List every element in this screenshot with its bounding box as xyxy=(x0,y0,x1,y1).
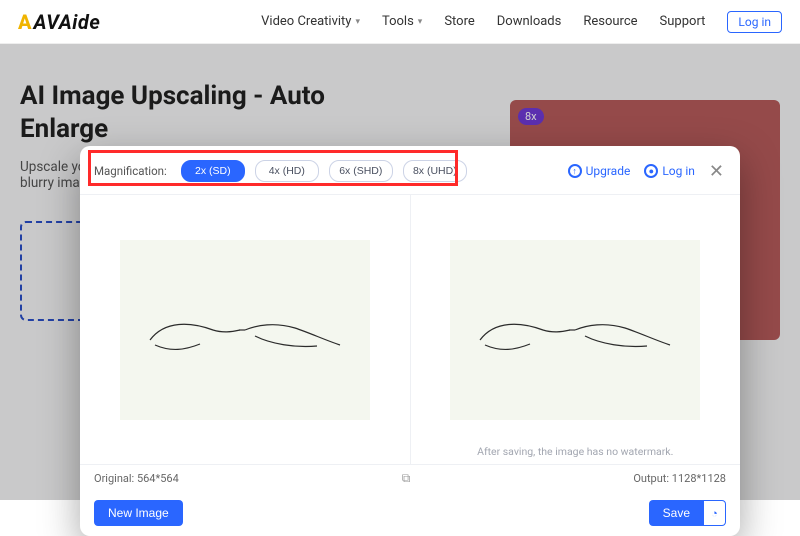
output-size-label: Output: 1128*1128 xyxy=(633,472,726,485)
magnification-label: Magnification: xyxy=(94,164,167,178)
brand-logo[interactable]: A AVAide xyxy=(18,10,100,34)
user-icon: ● xyxy=(644,164,658,178)
save-button[interactable]: Save xyxy=(649,500,704,526)
upgrade-link[interactable]: ↑Upgrade xyxy=(568,164,631,178)
original-panel xyxy=(80,195,410,464)
save-history-icon[interactable]: ◔ xyxy=(704,500,726,526)
login-button[interactable]: Log in xyxy=(727,11,782,33)
chevron-down-icon: ▾ xyxy=(355,17,360,27)
modal-footer: New Image Save ◔ xyxy=(80,492,740,536)
nav-downloads[interactable]: Downloads xyxy=(497,14,562,29)
new-image-button[interactable]: New Image xyxy=(94,500,183,526)
chevron-down-icon: ▾ xyxy=(418,17,423,27)
hands-illustration xyxy=(145,300,345,360)
magnification-group: Magnification: 2x (SD) 4x (HD) 6x (SHD) … xyxy=(94,156,471,186)
compare-divider-icon: ⧉ xyxy=(179,471,634,486)
page-body: AI Image Upscaling - Auto Enlarge Upscal… xyxy=(0,44,800,500)
modal-header: Magnification: 2x (SD) 4x (HD) 6x (SHD) … xyxy=(80,146,740,194)
compare-panels: After saving, the image has no watermark… xyxy=(80,194,740,464)
nav-video-creativity[interactable]: Video Creativity▾ xyxy=(261,14,360,29)
watermark-note: After saving, the image has no watermark… xyxy=(411,445,741,458)
size-info-bar: Original: 564*564 ⧉ Output: 1128*1128 xyxy=(80,464,740,492)
modal-login-link[interactable]: ●Log in xyxy=(644,164,695,178)
nav-support[interactable]: Support xyxy=(660,14,706,29)
magnification-8x[interactable]: 8x (UHD) xyxy=(403,160,467,182)
brand-name: AVAide xyxy=(34,10,101,34)
save-button-group: Save ◔ xyxy=(649,500,726,526)
modal-header-actions: ↑Upgrade ●Log in ✕ xyxy=(568,161,724,182)
nav-tools[interactable]: Tools▾ xyxy=(382,14,422,29)
upgrade-icon: ↑ xyxy=(568,164,582,178)
output-image xyxy=(450,240,700,420)
original-size-label: Original: 564*564 xyxy=(94,472,179,485)
logo-mark: A xyxy=(18,10,32,34)
hands-illustration xyxy=(475,300,675,360)
close-icon[interactable]: ✕ xyxy=(709,161,724,182)
magnification-4x[interactable]: 4x (HD) xyxy=(255,160,319,182)
output-panel: After saving, the image has no watermark… xyxy=(410,195,741,464)
original-image xyxy=(120,240,370,420)
top-nav: A AVAide Video Creativity▾ Tools▾ Store … xyxy=(0,0,800,44)
magnification-2x[interactable]: 2x (SD) xyxy=(181,160,245,182)
nav-resource[interactable]: Resource xyxy=(583,14,637,29)
nav-links: Video Creativity▾ Tools▾ Store Downloads… xyxy=(261,11,782,33)
magnification-6x[interactable]: 6x (SHD) xyxy=(329,160,393,182)
nav-store[interactable]: Store xyxy=(444,14,474,29)
upscale-modal: Magnification: 2x (SD) 4x (HD) 6x (SHD) … xyxy=(80,146,740,536)
